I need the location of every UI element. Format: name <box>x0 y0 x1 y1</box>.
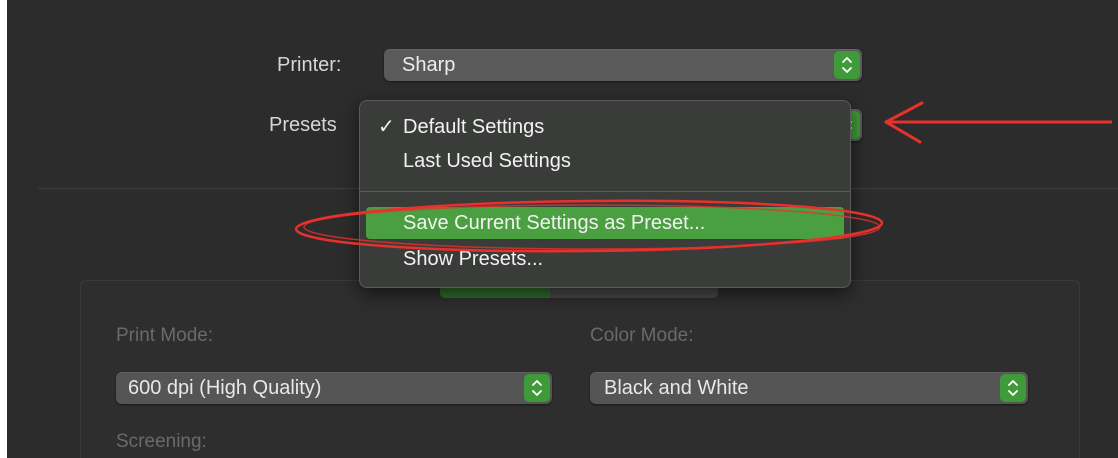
menu-item-label: Last Used Settings <box>403 150 571 172</box>
screening-label: Screening: <box>116 431 207 452</box>
color-mode-value: Black and White <box>604 377 749 399</box>
color-mode-label: Color Mode: <box>590 325 694 346</box>
chevron-up-down-icon <box>1000 374 1026 402</box>
printer-label: Printer: <box>277 54 342 76</box>
chevron-up-down-icon <box>524 374 550 402</box>
menu-item-label: Show Presets... <box>403 248 544 270</box>
print-mode-label: Print Mode: <box>116 325 214 346</box>
presets-label: Presets <box>269 114 337 136</box>
presets-menu: ✓ Default Settings Last Used Settings Sa… <box>359 100 851 288</box>
menu-item-label: Save Current Settings as Preset... <box>403 212 706 234</box>
menu-item-last-used-settings[interactable]: Last Used Settings <box>366 145 844 177</box>
menu-item-label: Default Settings <box>403 116 545 138</box>
printer-popup[interactable]: Sharp <box>384 49 862 81</box>
chevron-up-down-icon <box>834 51 860 79</box>
menu-item-save-current-settings[interactable]: Save Current Settings as Preset... <box>366 207 844 239</box>
print-mode-value: 600 dpi (High Quality) <box>128 377 322 399</box>
menu-item-show-presets[interactable]: Show Presets... <box>366 243 844 275</box>
print-mode-popup[interactable]: 600 dpi (High Quality) <box>116 372 552 404</box>
screenshot-stage: Printer: Sharp Presets Print Mode: 600 d… <box>0 0 1118 458</box>
color-mode-popup[interactable]: Black and White <box>590 372 1028 404</box>
settings-panel <box>80 280 1080 458</box>
menu-separator <box>360 191 850 192</box>
menu-item-default-settings[interactable]: ✓ Default Settings <box>366 111 844 143</box>
printer-value: Sharp <box>402 54 456 76</box>
checkmark-icon: ✓ <box>378 116 395 138</box>
